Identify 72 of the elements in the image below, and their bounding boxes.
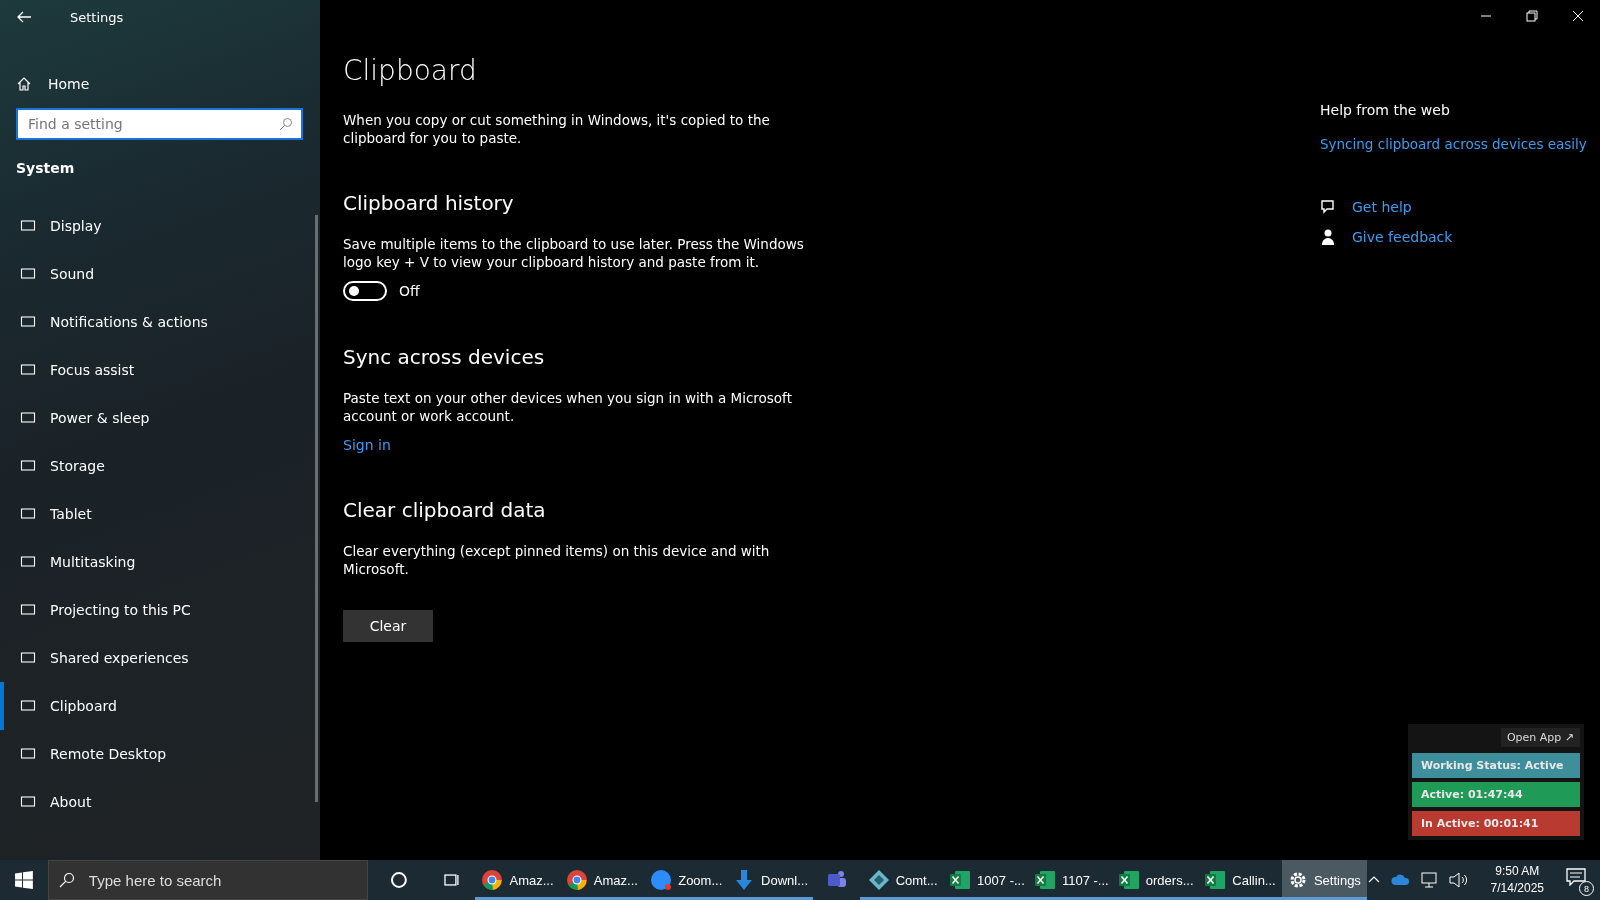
taskbar-app-button[interactable]: Amaz... <box>559 860 645 900</box>
spreadsheet-icon <box>1204 869 1227 891</box>
search-field[interactable]: Find a setting <box>16 108 303 140</box>
taskbar-search-field[interactable]: Type here to search <box>47 860 368 900</box>
scrollbar[interactable] <box>315 215 318 802</box>
spreadsheet-icon <box>1033 869 1056 891</box>
get-help-link[interactable]: Get help <box>1352 199 1412 215</box>
back-arrow-icon[interactable] <box>16 9 32 25</box>
sign-in-link[interactable]: Sign in <box>343 437 391 453</box>
network-monitor-icon[interactable] <box>1420 872 1439 888</box>
description-text: Paste text on your other devices when you sign in with a Microsoft account or work account. <box>343 389 793 425</box>
nav-item[interactable]: Clipboard <box>0 682 310 730</box>
nav-item[interactable]: Projecting to this PC <box>0 586 310 634</box>
window-title: Settings <box>70 9 124 25</box>
windows-logo-icon[interactable] <box>15 871 33 889</box>
home-icon <box>16 76 32 92</box>
restore-icon[interactable] <box>1526 10 1538 22</box>
active-time-bar: Active: 01:47:44 <box>1412 782 1580 807</box>
monitor-icon <box>20 218 36 234</box>
nav-item[interactable]: Tablet <box>0 490 310 538</box>
taskbar-app-button[interactable]: Comt... <box>860 860 945 900</box>
home-link[interactable]: Home <box>16 74 90 94</box>
notification-count-badge: 8 <box>1579 881 1594 896</box>
working-status-bar: Working Status: Active <box>1412 753 1580 778</box>
section-heading: Clear clipboard data <box>343 498 547 522</box>
toggle-switch[interactable] <box>343 281 387 301</box>
nav-item[interactable]: Focus assist <box>0 346 310 394</box>
nav-item[interactable]: Multitasking <box>0 538 310 586</box>
nav-item[interactable]: About <box>0 778 310 826</box>
taskbar-app-button[interactable]: Downl... <box>728 860 813 900</box>
close-icon[interactable] <box>1572 10 1584 22</box>
task-view-icon[interactable] <box>443 871 462 889</box>
taskbar-app-button[interactable]: 1107 -... <box>1029 860 1114 900</box>
taskbar-app-button[interactable]: Amaz... <box>475 860 560 900</box>
taskbar-app-button[interactable]: orders... <box>1113 860 1198 900</box>
nav-item[interactable]: Sound <box>0 250 310 298</box>
cloud-icon[interactable] <box>1390 873 1411 887</box>
circle-icon[interactable] <box>389 871 408 889</box>
nav-item[interactable]: Remote Desktop <box>0 730 310 778</box>
clear-button[interactable]: Clear <box>343 610 433 642</box>
time-text: 9:50 AM <box>1495 863 1540 880</box>
search-icon <box>58 872 75 888</box>
help-heading: Help from the web <box>1320 102 1450 118</box>
description-text: Clear everything (except pinned items) on this device and with Microsoft. <box>343 542 771 578</box>
section-heading: Clipboard history <box>343 191 515 215</box>
page-title: Clipboard <box>343 54 478 87</box>
taskbar-app-button[interactable]: 1007 -... <box>944 860 1030 900</box>
nav-item[interactable]: Shared experiences <box>0 634 310 682</box>
nav-item[interactable]: Power & sleep <box>0 394 310 442</box>
chrome-icon <box>481 869 504 891</box>
clock[interactable]: 9:50 AM 7/14/2025 <box>1490 863 1544 897</box>
search-icon <box>279 117 293 131</box>
date-text: 7/14/2025 <box>1490 880 1544 897</box>
nav-item[interactable]: Display <box>0 202 310 250</box>
inactive-time-bar: In Active: 00:01:41 <box>1412 811 1580 836</box>
taskbar-app-button[interactable]: Zoom... <box>644 860 729 900</box>
give-feedback-link[interactable]: Give feedback <box>1352 229 1453 245</box>
intro-text: When you copy or cut something in Windows, it's copied to the clipboard for you to paste. <box>343 111 771 147</box>
nav-item[interactable]: Storage <box>0 442 310 490</box>
description-text: Save multiple items to the clipboard to use later. Press the Windows logo key + V to view your clipboard history and paste from it. <box>343 235 805 271</box>
diamond-icon <box>867 869 890 891</box>
nav-item[interactable]: Notifications & actions <box>0 298 310 346</box>
toggle-label: Off <box>399 283 420 299</box>
spreadsheet-icon <box>949 869 972 891</box>
section-heading: System <box>16 160 75 176</box>
help-link[interactable]: Syncing clipboard across devices easily <box>1320 136 1587 152</box>
chrome-icon <box>565 869 588 891</box>
taskbar-app-button[interactable]: Settings <box>1282 860 1367 900</box>
zoom-logo-icon <box>650 869 673 891</box>
spreadsheet-icon <box>1117 869 1140 891</box>
section-heading: Sync across devices <box>343 345 546 369</box>
open-app-button[interactable]: Open App ↗ <box>1500 728 1580 747</box>
